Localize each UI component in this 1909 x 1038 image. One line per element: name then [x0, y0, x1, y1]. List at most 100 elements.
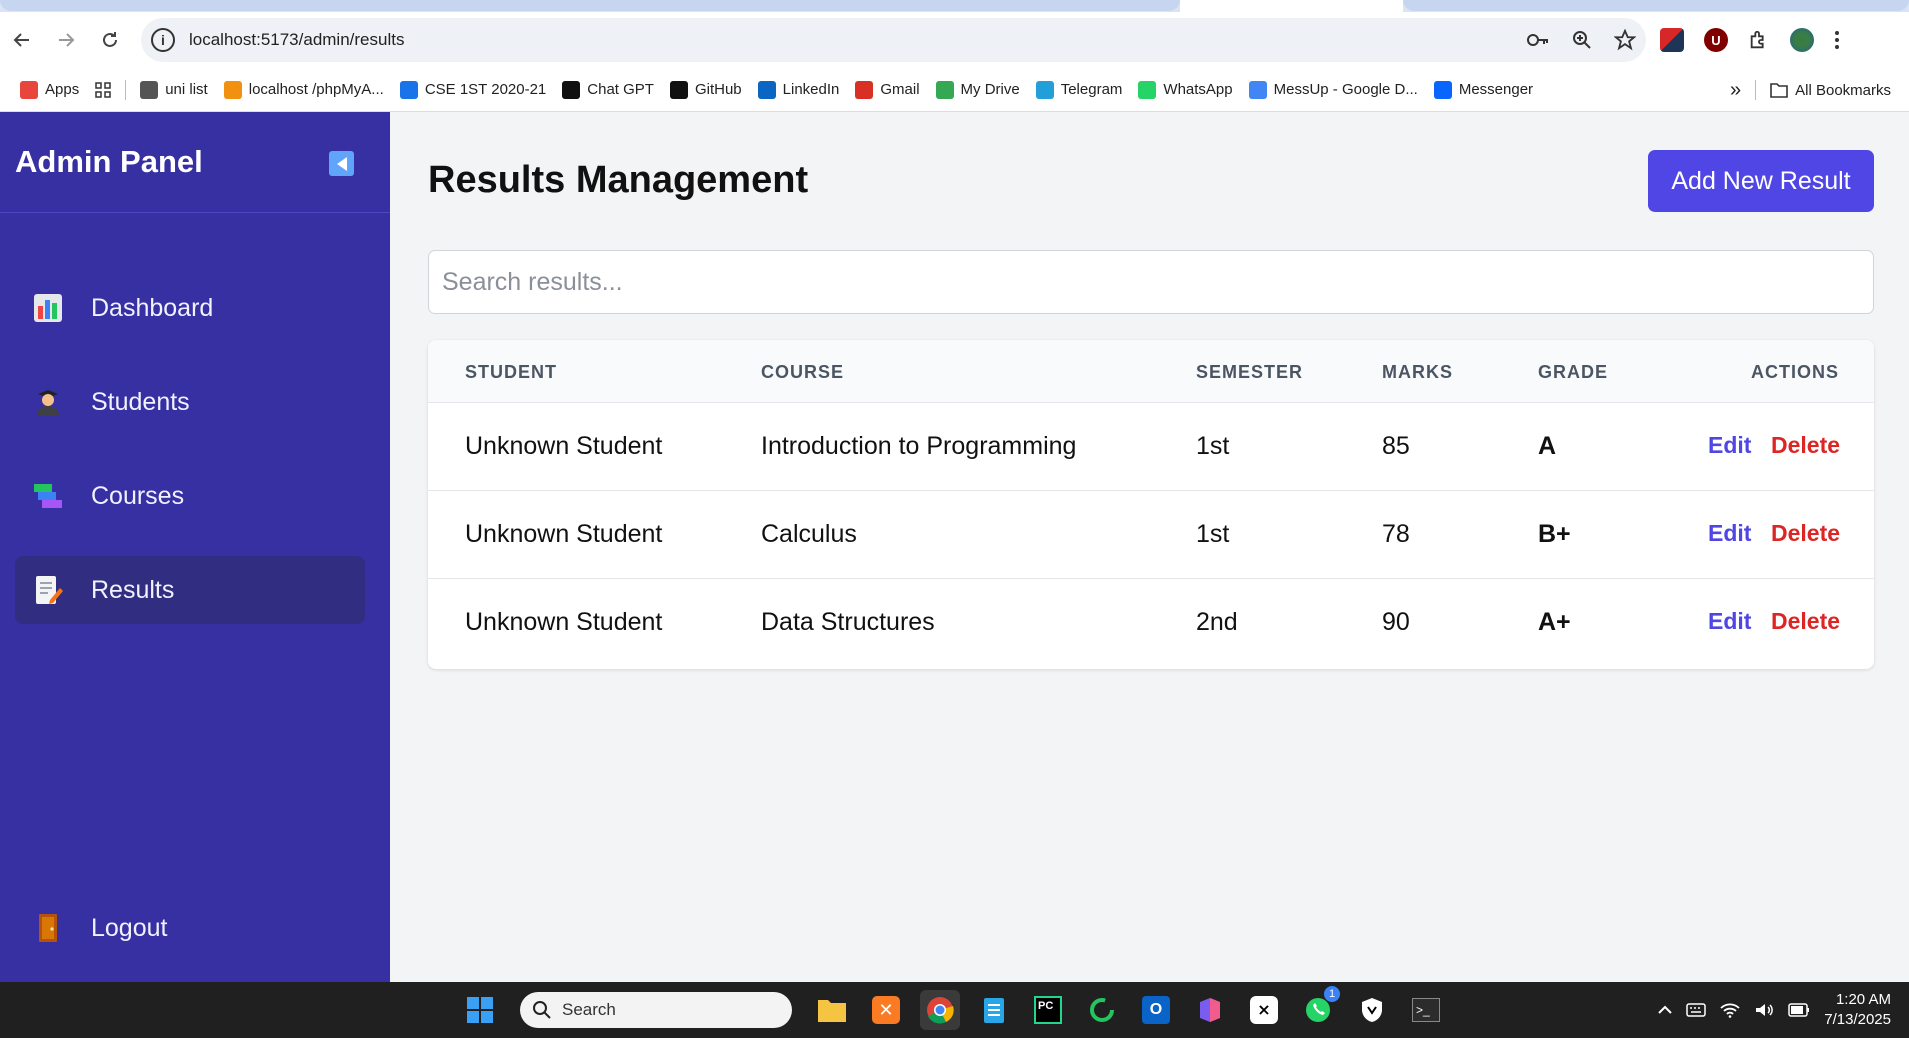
- delete-button[interactable]: Delete: [1771, 608, 1840, 635]
- microsoft-365-icon[interactable]: [1190, 990, 1230, 1030]
- search-input[interactable]: [428, 250, 1874, 314]
- cell-student: Unknown Student: [465, 432, 663, 460]
- outlook-icon[interactable]: O: [1136, 990, 1176, 1030]
- sidebar-item-students[interactable]: Students: [15, 368, 365, 436]
- taskbar-search[interactable]: Search: [520, 992, 792, 1028]
- battery-icon[interactable]: [1788, 1003, 1810, 1017]
- table-row: Unknown Student Data Structures 2nd 90 A…: [428, 579, 1874, 667]
- star-bookmark-icon[interactable]: [1614, 29, 1636, 51]
- whatsapp-icon[interactable]: 1: [1298, 986, 1340, 1030]
- browser-tab-active[interactable]: [1180, 0, 1403, 12]
- column-header-marks: MARKS: [1382, 362, 1453, 382]
- logout-button[interactable]: Logout: [15, 894, 365, 962]
- wifi-icon[interactable]: [1720, 1002, 1740, 1018]
- extension-flag-icon[interactable]: [1660, 28, 1684, 52]
- bookmark-label: MessUp - Google D...: [1273, 81, 1418, 98]
- bookmark-item[interactable]: MessUp - Google D...: [1241, 75, 1426, 105]
- forward-arrow-icon: [59, 33, 75, 47]
- bookmark-item[interactable]: Apps: [12, 75, 87, 105]
- bookmark-item[interactable]: Telegram: [1028, 75, 1131, 105]
- add-new-result-button[interactable]: Add New Result: [1648, 150, 1874, 212]
- cell-course: Calculus: [761, 520, 857, 548]
- xampp-icon[interactable]: ✕: [866, 990, 906, 1030]
- sidebar: Admin Panel Dashboard Students Courses R…: [0, 112, 390, 982]
- extensions-puzzle-icon[interactable]: [1748, 29, 1770, 51]
- bookmark-label: Gmail: [880, 81, 920, 98]
- browser-tab-strip: [0, 0, 1909, 12]
- delete-button[interactable]: Delete: [1771, 520, 1840, 547]
- taskbar-search-label: Search: [562, 1000, 616, 1019]
- bookmark-item[interactable]: Chat GPT: [554, 75, 662, 105]
- site-info-icon[interactable]: i: [151, 28, 175, 52]
- ublock-icon[interactable]: U: [1704, 28, 1728, 52]
- profile-avatar-icon[interactable]: [1790, 28, 1814, 52]
- table-row: Unknown Student Introduction to Programm…: [428, 403, 1874, 491]
- sidebar-item-dashboard[interactable]: Dashboard: [15, 274, 365, 342]
- cell-grade: A+: [1538, 608, 1571, 636]
- refresh-app-icon[interactable]: [1082, 990, 1122, 1030]
- forward-button[interactable]: [44, 18, 88, 62]
- system-clock[interactable]: 1:20 AM 7/13/2025: [1824, 990, 1891, 1030]
- reload-icon: [103, 32, 117, 47]
- capcut-icon[interactable]: ⨯: [1244, 990, 1284, 1030]
- sidebar-nav: Dashboard Students Courses Results: [15, 274, 365, 650]
- back-button[interactable]: [0, 18, 44, 62]
- pycharm-icon[interactable]: PC: [1028, 990, 1068, 1030]
- address-bar[interactable]: i localhost:5173/admin/results: [141, 18, 1646, 62]
- bookmark-item[interactable]: GitHub: [662, 75, 750, 105]
- browser-tab[interactable]: [0, 0, 1180, 11]
- sidebar-item-label: Results: [91, 575, 175, 604]
- bookmark-item[interactable]: localhost /phpMyA...: [216, 75, 392, 105]
- results-table: STUDENT COURSE SEMESTER MARKS GRADE ACTI…: [428, 340, 1874, 669]
- file-explorer-icon[interactable]: [812, 990, 852, 1030]
- all-bookmarks-button[interactable]: All Bookmarks: [1762, 75, 1899, 105]
- sidebar-title: Admin Panel: [15, 144, 203, 179]
- sidebar-header: Admin Panel: [0, 112, 390, 213]
- bookmark-separator: [1755, 80, 1757, 100]
- windows-logo-icon: [467, 997, 493, 1023]
- app-shield-icon[interactable]: [1352, 990, 1392, 1030]
- more-bookmarks-button[interactable]: »: [1722, 75, 1749, 105]
- zoom-icon[interactable]: [1572, 30, 1592, 50]
- reload-button[interactable]: [88, 18, 132, 62]
- bookmark-item[interactable]: My Drive: [928, 75, 1028, 105]
- cell-student: Unknown Student: [465, 520, 663, 548]
- edit-button[interactable]: Edit: [1708, 608, 1751, 635]
- delete-button[interactable]: Delete: [1771, 432, 1840, 459]
- volume-icon[interactable]: [1754, 1002, 1774, 1018]
- tab-groups-grid-icon[interactable]: [87, 75, 119, 105]
- url-text[interactable]: localhost:5173/admin/results: [189, 30, 404, 50]
- clock-date: 7/13/2025: [1824, 1011, 1891, 1028]
- keyboard-icon[interactable]: [1686, 1003, 1707, 1017]
- bookmark-label: Chat GPT: [587, 81, 654, 98]
- more-menu-icon[interactable]: [1834, 29, 1840, 51]
- bookmark-favicon-icon: [757, 80, 776, 99]
- sidebar-item-courses[interactable]: Courses: [15, 462, 365, 530]
- column-header-actions: ACTIONS: [1751, 362, 1839, 382]
- books-icon: [32, 480, 64, 512]
- bookmark-label: Telegram: [1060, 81, 1123, 98]
- cell-marks: 90: [1382, 608, 1410, 636]
- column-header-course: COURSE: [761, 362, 845, 382]
- cell-grade: A: [1538, 432, 1557, 460]
- password-key-icon[interactable]: [1526, 32, 1550, 48]
- browser-tab[interactable]: [1403, 0, 1909, 11]
- bookmark-item[interactable]: LinkedIn: [750, 75, 848, 105]
- bookmark-favicon-icon: [399, 80, 418, 99]
- terminal-icon[interactable]: >_: [1406, 990, 1446, 1030]
- bookmark-item[interactable]: Gmail: [847, 75, 927, 105]
- bookmark-item[interactable]: uni list: [132, 75, 216, 105]
- chevron-up-icon[interactable]: [1658, 1005, 1672, 1015]
- edit-button[interactable]: Edit: [1708, 520, 1751, 547]
- bookmark-item[interactable]: CSE 1ST 2020-21: [392, 75, 554, 105]
- edit-button[interactable]: Edit: [1708, 432, 1751, 459]
- bookmark-item[interactable]: WhatsApp: [1130, 75, 1240, 105]
- sidebar-item-results[interactable]: Results: [15, 556, 365, 624]
- start-button[interactable]: [460, 990, 500, 1030]
- notepad-icon[interactable]: [974, 990, 1014, 1030]
- collapse-sidebar-button[interactable]: [329, 151, 354, 176]
- chrome-icon[interactable]: [920, 990, 960, 1030]
- bookmark-favicon-icon: [223, 80, 242, 99]
- bookmark-item[interactable]: Messenger: [1426, 75, 1541, 105]
- cell-semester: 1st: [1196, 432, 1230, 460]
